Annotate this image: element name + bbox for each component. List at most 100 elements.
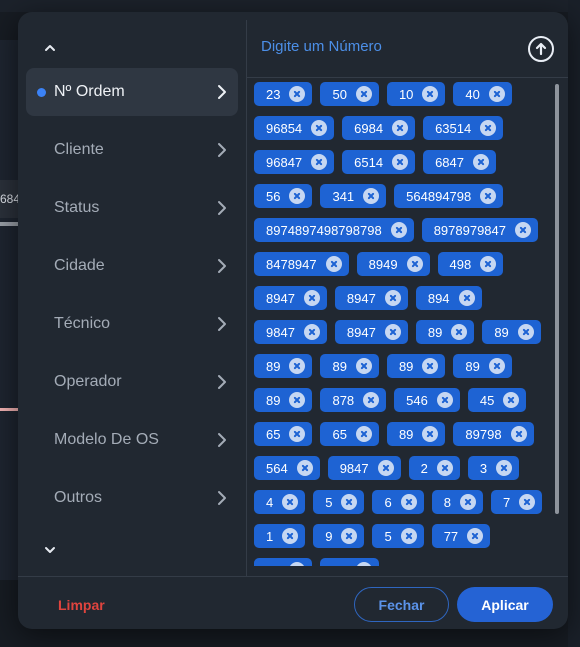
- chip-value: 89: [465, 358, 480, 374]
- remove-chip-icon[interactable]: [488, 358, 505, 374]
- remove-chip-icon[interactable]: [503, 392, 520, 408]
- remove-chip-icon[interactable]: [311, 154, 328, 170]
- filter-category-item[interactable]: Status: [26, 184, 238, 232]
- chip-value: 23: [266, 86, 281, 102]
- clear-button[interactable]: Limpar: [58, 596, 105, 614]
- remove-chip-icon[interactable]: [392, 154, 409, 170]
- close-button[interactable]: Fechar: [354, 587, 449, 622]
- chip-value: 5: [384, 528, 392, 544]
- arrow-up-circle-icon: [535, 42, 547, 56]
- filter-category-item[interactable]: Cidade: [26, 242, 238, 290]
- number-chip: 77: [254, 558, 313, 566]
- remove-chip-icon[interactable]: [289, 358, 306, 374]
- remove-chip-icon[interactable]: [515, 222, 531, 238]
- remove-chip-icon[interactable]: [400, 528, 417, 544]
- scroll-down-icon[interactable]: [42, 542, 58, 558]
- number-chip: 8974897498798798: [254, 218, 414, 242]
- number-chip: 7: [490, 490, 543, 514]
- remove-chip-icon[interactable]: [296, 460, 313, 476]
- remove-chip-icon[interactable]: [363, 392, 380, 408]
- number-chip: 45: [467, 388, 527, 412]
- chip-value: 8947: [346, 290, 376, 306]
- remove-chip-icon[interactable]: [519, 494, 536, 510]
- remove-chip-icon[interactable]: [510, 426, 527, 442]
- scroll-up-icon[interactable]: [42, 40, 58, 56]
- number-chip: 40: [453, 82, 512, 106]
- number-chip: 56: [254, 184, 313, 208]
- remove-chip-icon[interactable]: [289, 392, 306, 408]
- remove-chip-icon[interactable]: [458, 290, 475, 306]
- remove-chip-icon[interactable]: [400, 494, 417, 510]
- filter-category-item[interactable]: Técnico: [26, 300, 238, 348]
- remove-chip-icon[interactable]: [289, 426, 306, 442]
- chip-value: 564: [266, 460, 288, 476]
- apply-button[interactable]: Aplicar: [457, 587, 553, 622]
- number-chip: 6984: [342, 116, 416, 140]
- number-chip: 96854: [254, 116, 335, 140]
- number-chip: 9847: [254, 320, 327, 344]
- chip-value: 5: [325, 494, 333, 510]
- submit-number-button[interactable]: [528, 36, 554, 62]
- number-chip: 89: [254, 388, 313, 412]
- remove-chip-icon[interactable]: [341, 528, 358, 544]
- filter-category-item[interactable]: Nº Ordem: [26, 68, 238, 116]
- chip-value: 89: [332, 358, 347, 374]
- remove-chip-icon[interactable]: [355, 562, 372, 566]
- filter-category-item[interactable]: Cliente: [26, 126, 238, 174]
- remove-chip-icon[interactable]: [422, 86, 439, 102]
- remove-chip-icon[interactable]: [392, 120, 409, 136]
- remove-chip-icon[interactable]: [422, 358, 439, 374]
- remove-chip-icon[interactable]: [384, 324, 401, 340]
- remove-chip-icon[interactable]: [436, 460, 453, 476]
- remove-chip-icon[interactable]: [467, 528, 484, 544]
- remove-chip-icon[interactable]: [496, 460, 513, 476]
- remove-chip-icon[interactable]: [289, 562, 306, 566]
- remove-chip-icon[interactable]: [311, 120, 328, 136]
- remove-chip-icon[interactable]: [303, 290, 320, 306]
- chip-value: 498: [449, 256, 472, 272]
- remove-chip-icon[interactable]: [363, 188, 380, 204]
- remove-chip-icon[interactable]: [377, 460, 394, 476]
- remove-chip-icon[interactable]: [282, 528, 299, 544]
- number-chip: 65: [254, 422, 313, 446]
- chevron-right-icon: [218, 259, 226, 273]
- chip-value: 89: [398, 358, 414, 374]
- chip-value: 9: [325, 528, 333, 544]
- remove-chip-icon[interactable]: [384, 290, 401, 306]
- filter-category-item[interactable]: Modelo De OS: [26, 416, 238, 464]
- remove-chip-icon[interactable]: [517, 324, 534, 340]
- remove-chip-icon[interactable]: [480, 256, 497, 272]
- remove-chip-icon[interactable]: [488, 86, 505, 102]
- number-chip: 8: [431, 490, 483, 514]
- remove-chip-icon[interactable]: [451, 324, 468, 340]
- remove-chip-icon[interactable]: [341, 494, 358, 510]
- remove-chip-icon[interactable]: [473, 154, 489, 170]
- chip-value: 65: [332, 426, 347, 442]
- remove-chip-icon[interactable]: [422, 426, 439, 442]
- chip-value: 546: [406, 392, 428, 408]
- remove-chip-icon[interactable]: [289, 86, 306, 102]
- remove-chip-icon[interactable]: [436, 392, 453, 408]
- remove-chip-icon[interactable]: [289, 188, 306, 204]
- number-chip: 63514: [423, 116, 504, 140]
- remove-chip-icon[interactable]: [480, 120, 497, 136]
- remove-chip-icon[interactable]: [282, 494, 299, 510]
- remove-chip-icon[interactable]: [355, 426, 372, 442]
- remove-chip-icon[interactable]: [303, 324, 320, 340]
- filter-category-item[interactable]: Outros: [26, 474, 238, 522]
- number-search-input[interactable]: [261, 34, 511, 58]
- remove-chip-icon[interactable]: [406, 256, 423, 272]
- filter-category-item[interactable]: Operador: [26, 358, 238, 406]
- remove-chip-icon[interactable]: [325, 256, 342, 272]
- remove-chip-icon[interactable]: [459, 494, 476, 510]
- chip-value: 96847: [266, 154, 303, 170]
- remove-chip-icon[interactable]: [480, 188, 497, 204]
- remove-chip-icon[interactable]: [355, 358, 372, 374]
- remove-chip-icon[interactable]: [355, 86, 372, 102]
- chip-value: 6: [384, 494, 392, 510]
- remove-chip-icon[interactable]: [390, 222, 407, 238]
- chevron-right-icon: [218, 491, 226, 505]
- number-chip: 564: [254, 456, 320, 480]
- chip-value: 89798: [465, 426, 502, 442]
- chip-scrollbar[interactable]: [555, 84, 559, 514]
